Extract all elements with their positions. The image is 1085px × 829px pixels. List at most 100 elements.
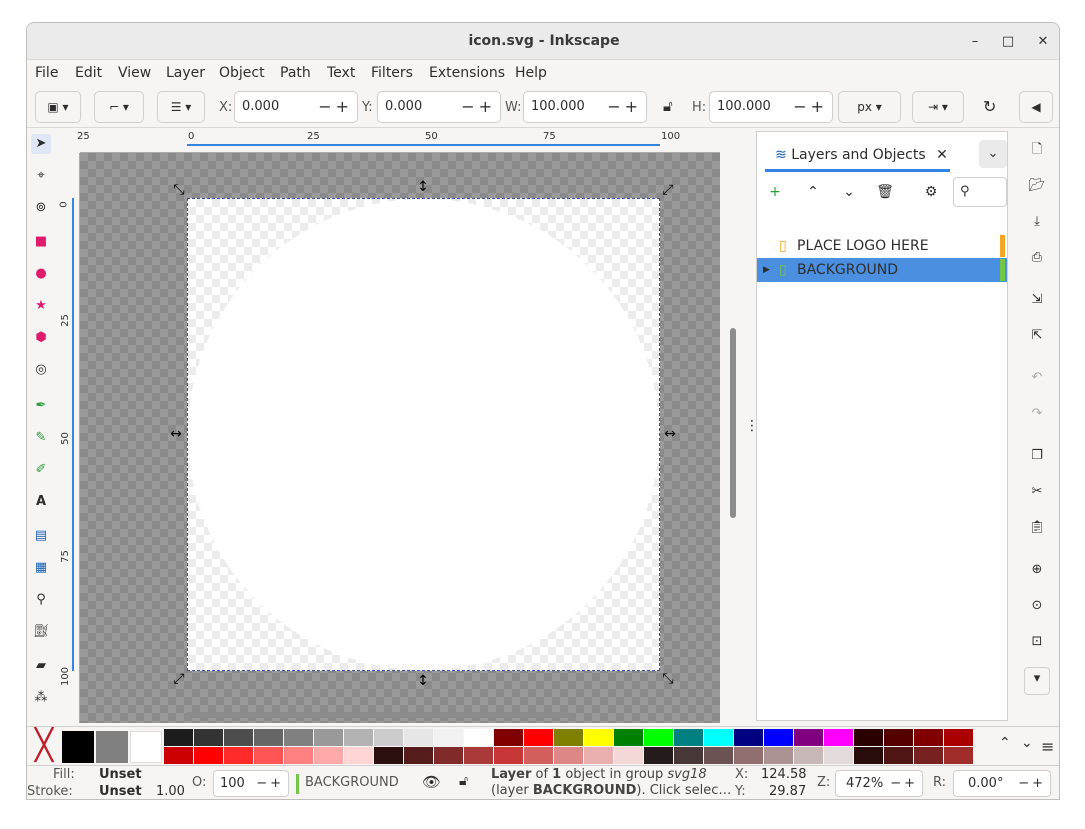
panel-toggle-button[interactable]: ◀	[1019, 91, 1053, 123]
menu-view[interactable]: View	[118, 65, 151, 81]
color-swatch[interactable]	[704, 729, 733, 746]
duplicate-icon[interactable]: ❐	[1026, 445, 1048, 467]
search-toggle[interactable]: ⚲	[953, 177, 1007, 207]
scale-handle-w-icon[interactable]: ↔	[168, 426, 184, 442]
color-swatch[interactable]	[374, 729, 403, 746]
color-swatch[interactable]	[524, 729, 553, 746]
color-swatch[interactable]	[524, 747, 553, 764]
w-stepper[interactable]: −+	[607, 92, 642, 122]
layer-color-tag[interactable]	[1000, 235, 1005, 257]
color-swatch[interactable]	[434, 729, 463, 746]
paste-icon[interactable]: 📋︎	[1026, 517, 1048, 539]
page-selection[interactable]	[187, 198, 660, 671]
fill-value[interactable]: Unset	[99, 767, 142, 782]
color-swatch[interactable]	[884, 729, 913, 746]
x-field[interactable]: 0.000 −+	[234, 91, 358, 123]
layer-row-selected[interactable]: ▶ ▯ BACKGROUND	[757, 258, 1007, 282]
color-swatch[interactable]	[254, 747, 283, 764]
color-swatch[interactable]	[164, 729, 193, 746]
expand-arrow-icon[interactable]: ▶	[763, 258, 770, 282]
paint-bucket-tool-icon[interactable]: ⛽︎	[31, 622, 51, 642]
scale-handle-se-icon[interactable]: ⤡	[660, 671, 676, 687]
menu-help[interactable]: Help	[515, 65, 547, 81]
color-swatch[interactable]	[194, 747, 223, 764]
color-swatch[interactable]	[554, 747, 583, 764]
horizontal-scroll-thumb[interactable]	[185, 712, 570, 718]
canvas[interactable]: ⤡ ↕ ⤢ ↔ ↔ ⤢ ↕ ⤡	[80, 153, 720, 723]
w-field[interactable]: 100.000 −+	[523, 91, 647, 123]
node-tool-icon[interactable]: ⌖	[31, 166, 51, 186]
y-stepper[interactable]: −+	[461, 92, 496, 122]
color-swatch[interactable]	[884, 747, 913, 764]
ellipse-tool-icon[interactable]: ●	[31, 264, 51, 284]
color-swatch[interactable]	[254, 729, 283, 746]
color-swatch[interactable]	[734, 729, 763, 746]
swatch-gray[interactable]	[96, 731, 128, 763]
color-swatch[interactable]	[224, 747, 253, 764]
mesh-tool-icon[interactable]: ▦	[31, 558, 51, 578]
save-icon[interactable]: ⤓	[1026, 211, 1048, 233]
panel-menu-chevron-icon[interactable]: ⌄	[979, 140, 1007, 168]
stroke-value[interactable]: Unset	[99, 784, 142, 799]
opacity-field[interactable]: 100 −+	[213, 770, 289, 797]
pencil-tool-icon[interactable]: ✎	[31, 428, 51, 448]
import-icon[interactable]: ⇲	[1026, 289, 1048, 311]
color-swatch[interactable]	[944, 747, 973, 764]
color-swatch[interactable]	[404, 729, 433, 746]
open-folder-icon[interactable]: 📂︎	[1026, 175, 1048, 197]
color-swatch[interactable]	[344, 729, 373, 746]
gradient-tool-icon[interactable]: ▤	[31, 526, 51, 546]
color-swatch[interactable]	[194, 729, 223, 746]
color-swatch[interactable]	[494, 747, 523, 764]
zoom-drawing-icon[interactable]: ⊙	[1026, 595, 1048, 617]
settings-gear-icon[interactable]: ⚙	[919, 180, 943, 204]
3d-box-tool-icon[interactable]: ⬢	[31, 328, 51, 348]
spray-tool-icon[interactable]: ⁂	[31, 688, 51, 708]
eraser-tool-icon[interactable]: ▰	[31, 656, 51, 676]
rectangle-tool-icon[interactable]: ■	[31, 232, 51, 252]
x-stepper[interactable]: −+	[318, 92, 353, 122]
color-swatch[interactable]	[824, 729, 853, 746]
palette-scroll-down-icon[interactable]: ⌄	[1021, 735, 1033, 751]
layer-visibility-eye-icon[interactable]: 👁︎	[422, 773, 441, 791]
delete-icon[interactable]: 🗑︎	[873, 180, 897, 204]
color-swatch[interactable]	[344, 747, 373, 764]
opacity-stepper[interactable]: −+	[256, 771, 284, 796]
new-document-icon[interactable]: 🗋︎	[1026, 139, 1048, 161]
stroke-width[interactable]: 1.00	[156, 784, 185, 799]
color-swatch[interactable]	[434, 747, 463, 764]
color-swatch[interactable]	[764, 729, 793, 746]
swatch-black[interactable]	[62, 731, 94, 763]
lock-icon[interactable]: 🔓︎	[663, 97, 673, 115]
color-swatch[interactable]	[764, 747, 793, 764]
minimize-button[interactable]: –	[964, 31, 986, 53]
layer-row[interactable]: ▯ PLACE LOGO HERE	[757, 234, 1007, 258]
print-icon[interactable]: ⎙	[1026, 247, 1048, 269]
unit-select[interactable]: px ▾	[838, 91, 901, 123]
menu-object[interactable]: Object	[219, 65, 265, 81]
snap-toggle-icon[interactable]: ↻	[983, 97, 996, 116]
color-swatch[interactable]	[464, 747, 493, 764]
menu-layer[interactable]: Layer	[166, 65, 205, 81]
color-swatch[interactable]	[794, 747, 823, 764]
add-layer-icon[interactable]: +	[763, 180, 787, 204]
menu-extensions[interactable]: Extensions	[429, 65, 505, 81]
layer-lock-icon[interactable]: 🔓︎	[459, 773, 468, 789]
horizontal-scrollbar[interactable]	[80, 709, 720, 721]
color-swatch[interactable]	[944, 729, 973, 746]
close-button[interactable]: ✕	[1032, 31, 1054, 53]
menu-filters[interactable]: Filters	[371, 65, 413, 81]
redo-icon[interactable]: ↷	[1026, 403, 1048, 425]
color-swatch[interactable]	[734, 747, 763, 764]
star-tool-icon[interactable]: ★	[31, 296, 51, 316]
zoom-selection-icon[interactable]: ⊕	[1026, 559, 1048, 581]
color-swatch[interactable]	[704, 747, 733, 764]
undo-icon[interactable]: ↶	[1026, 367, 1048, 389]
current-layer-name[interactable]: BACKGROUND	[305, 775, 399, 790]
transform-options-button[interactable]: ⌐ ▾	[94, 91, 144, 123]
color-swatch[interactable]	[674, 729, 703, 746]
zoom-page-icon[interactable]: ⊡	[1026, 631, 1048, 653]
rotation-stepper[interactable]: −+	[1018, 771, 1046, 796]
scale-handle-n-icon[interactable]: ↕	[415, 179, 431, 195]
color-swatch[interactable]	[854, 729, 883, 746]
